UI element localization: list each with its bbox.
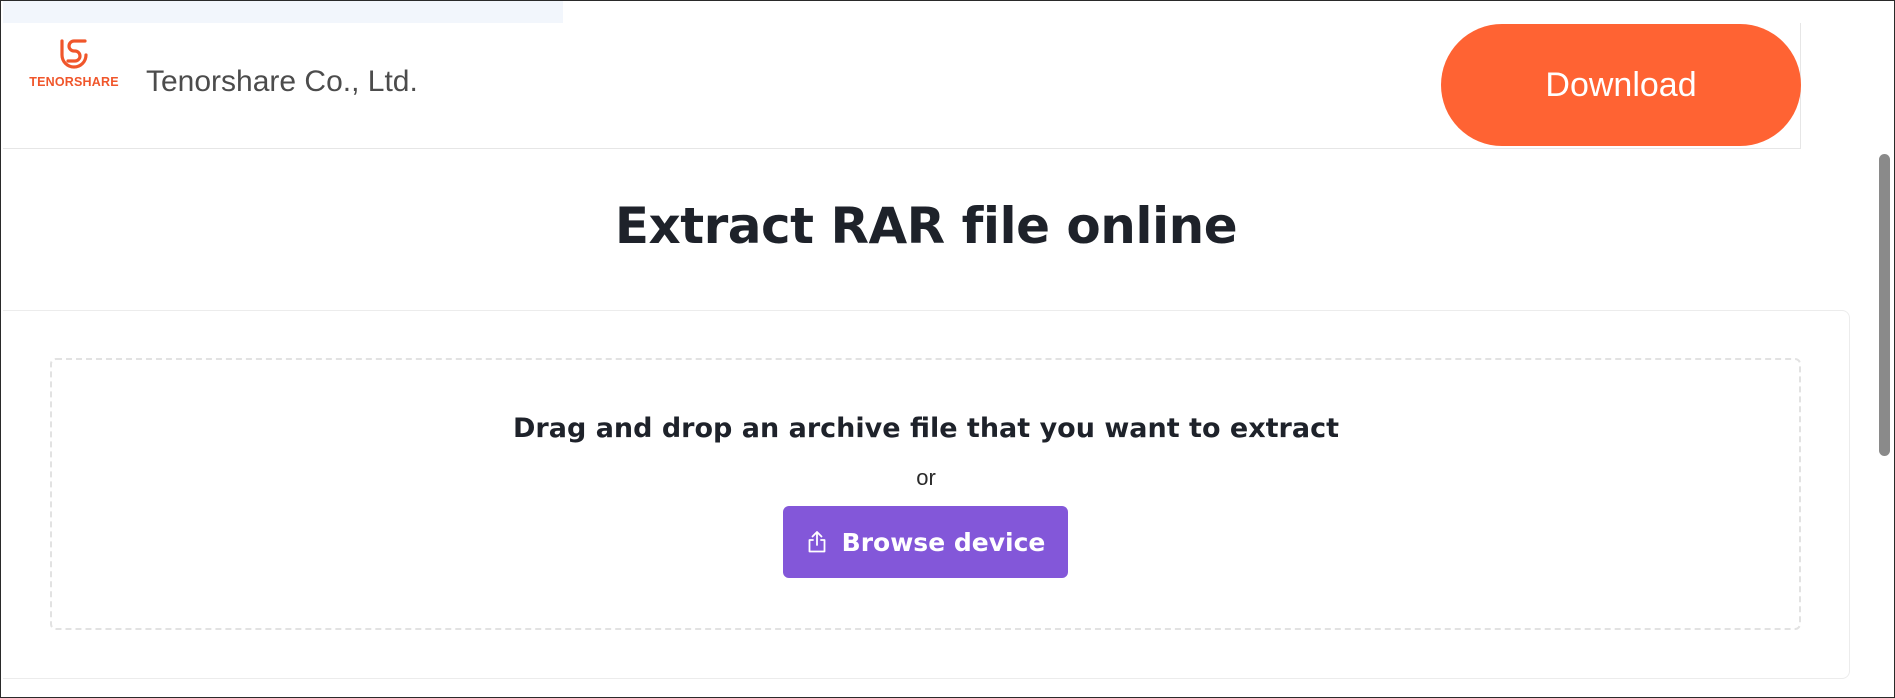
or-separator: or xyxy=(916,465,936,490)
browse-device-label: Browse device xyxy=(841,527,1046,557)
browse-device-button[interactable]: Browse device xyxy=(783,506,1068,578)
top-strip xyxy=(3,1,563,23)
download-button[interactable]: Download xyxy=(1441,24,1801,146)
scrollbar-thumb[interactable] xyxy=(1879,154,1890,456)
tenorshare-logo-mark-icon xyxy=(60,39,88,69)
tenorshare-logo[interactable]: TENORSHARE xyxy=(27,37,121,117)
page-title: Extract RAR file online xyxy=(614,197,1238,255)
drop-zone[interactable] xyxy=(50,358,1801,630)
upload-icon xyxy=(808,531,826,553)
brand-logo-text: TENORSHARE xyxy=(29,75,119,89)
company-name[interactable]: Tenorshare Co., Ltd. xyxy=(146,65,418,99)
browser-viewport: TENORSHARE Tenorshare Co., Ltd. Download… xyxy=(0,0,1895,698)
drop-instructions: Drag and drop an archive file that you w… xyxy=(513,413,1339,444)
